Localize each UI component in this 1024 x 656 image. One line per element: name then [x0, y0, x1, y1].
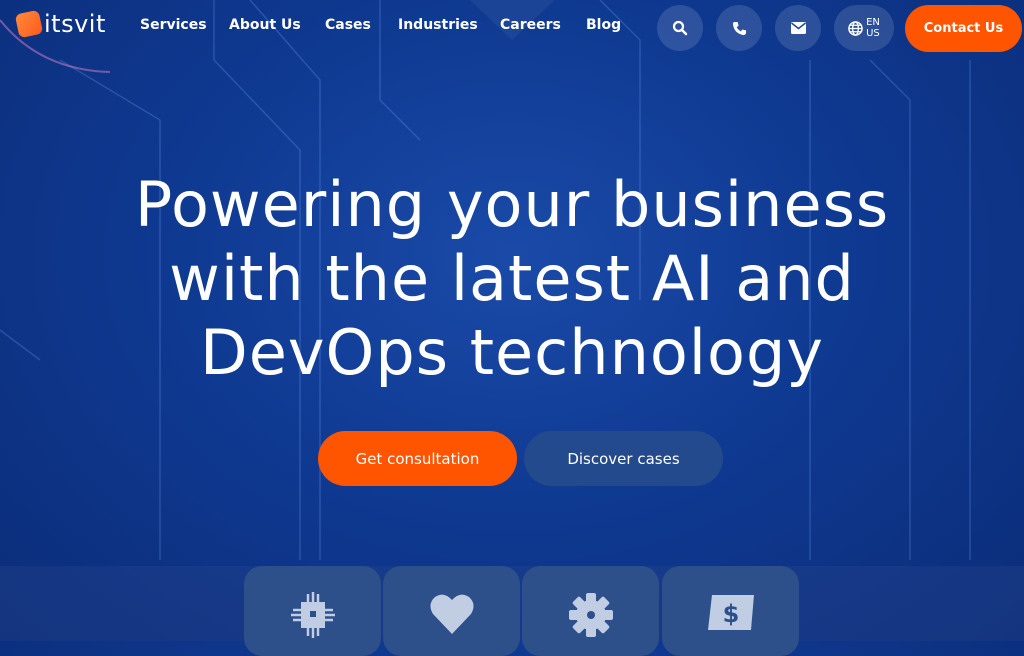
get-consultation-button[interactable]: Get consultation	[318, 431, 517, 486]
hero-title-line: with the latest AI and	[169, 242, 855, 315]
search-icon	[672, 20, 688, 36]
discover-cases-button[interactable]: Discover cases	[524, 431, 723, 486]
hero-title-line: DevOps technology	[199, 316, 824, 389]
logo-text: itsvit	[44, 10, 106, 38]
nav-blog[interactable]: Blog	[586, 17, 621, 33]
dollar-icon: $	[707, 595, 754, 630]
card-fintech[interactable]: $	[662, 566, 799, 656]
mail-icon	[790, 22, 806, 34]
card-devops[interactable]	[522, 566, 659, 656]
logo-mark-icon	[14, 9, 44, 39]
nav-careers[interactable]: Careers	[500, 17, 561, 33]
search-button[interactable]	[657, 5, 703, 51]
hero-title: Powering your business with the latest A…	[0, 168, 1024, 390]
contact-us-button[interactable]: Contact Us	[905, 5, 1022, 52]
phone-icon	[732, 21, 746, 35]
language-label: EN US	[866, 17, 880, 39]
heart-icon	[429, 594, 474, 634]
mail-button[interactable]	[775, 5, 821, 51]
nav-about-us[interactable]: About Us	[229, 17, 301, 33]
region-code: US	[866, 28, 880, 39]
svg-text:$: $	[722, 600, 739, 628]
phone-button[interactable]	[716, 5, 762, 51]
chip-icon	[290, 592, 335, 638]
lang-code: EN	[866, 17, 880, 28]
card-ai[interactable]	[244, 566, 381, 656]
nav-cases[interactable]: Cases	[325, 17, 371, 33]
nav-industries[interactable]: Industries	[398, 17, 478, 33]
top-navigation: itsvit Services About Us Cases Industrie…	[0, 0, 1024, 56]
hero-title-line: Powering your business	[134, 168, 890, 241]
card-health[interactable]	[383, 566, 520, 656]
nav-services[interactable]: Services	[140, 17, 207, 33]
logo[interactable]: itsvit	[14, 9, 106, 39]
globe-icon	[848, 20, 863, 36]
gear-icon	[568, 593, 613, 637]
language-selector[interactable]: EN US	[834, 5, 894, 51]
